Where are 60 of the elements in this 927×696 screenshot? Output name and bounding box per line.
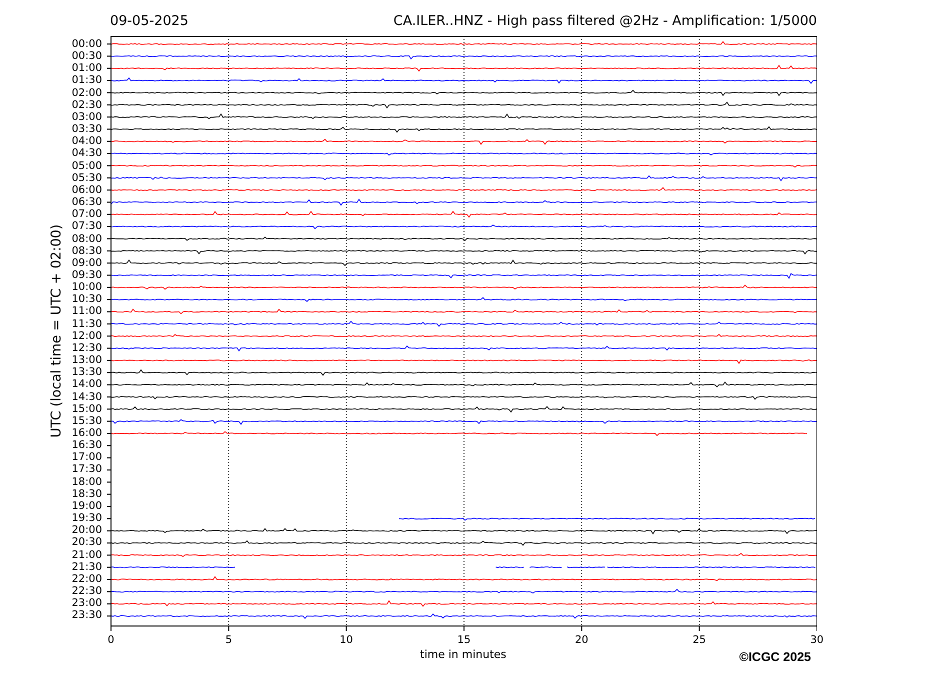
y-tick-label: 17:00 bbox=[72, 451, 102, 464]
y-tick-label: 07:30 bbox=[72, 220, 102, 232]
y-tick-label: 19:00 bbox=[72, 500, 102, 512]
y-tick-label: 13:30 bbox=[72, 366, 102, 378]
y-tick-label: 14:30 bbox=[72, 390, 102, 403]
y-tick-label: 05:30 bbox=[72, 172, 102, 184]
copyright-text: ©ICGC 2025 bbox=[739, 649, 811, 665]
y-tick-label: 00:00 bbox=[72, 38, 102, 50]
date-title: 09-05-2025 bbox=[110, 12, 188, 31]
x-tick-label: 30 bbox=[809, 633, 825, 648]
y-tick-label: 06:30 bbox=[72, 196, 102, 208]
y-tick-label: 14:00 bbox=[72, 378, 102, 391]
y-tick-label: 16:00 bbox=[72, 427, 102, 440]
y-tick-label: 21:30 bbox=[72, 560, 102, 573]
y-tick-label: 04:30 bbox=[72, 147, 102, 160]
x-tick-label: 20 bbox=[574, 633, 590, 648]
x-axis-label: time in minutes bbox=[420, 648, 506, 662]
y-tick-label: 22:30 bbox=[72, 585, 102, 598]
y-tick-label: 02:30 bbox=[72, 98, 102, 111]
y-tick-label: 04:00 bbox=[72, 135, 102, 148]
y-tick-label: 21:00 bbox=[72, 548, 102, 561]
y-tick-label: 01:00 bbox=[72, 62, 102, 74]
y-tick-label: 09:30 bbox=[72, 268, 102, 282]
y-tick-label: 06:00 bbox=[72, 184, 102, 196]
x-tick-label: 25 bbox=[692, 633, 707, 648]
y-tick-label: 00:30 bbox=[72, 50, 102, 62]
y-tick-label: 20:00 bbox=[72, 524, 102, 536]
y-tick-label: 09:00 bbox=[72, 256, 102, 269]
y-tick-label: 11:00 bbox=[72, 305, 102, 318]
x-tick-label: 0 bbox=[106, 633, 116, 648]
y-tick-label: 18:30 bbox=[72, 488, 102, 500]
y-tick-label: 23:00 bbox=[72, 597, 102, 610]
y-tick-label: 16:30 bbox=[72, 439, 102, 452]
y-tick-label: 15:30 bbox=[72, 414, 102, 427]
y-tick-label: 13:00 bbox=[72, 354, 102, 366]
x-tick-label: 5 bbox=[224, 633, 233, 648]
y-tick-label: 18:00 bbox=[72, 476, 102, 488]
y-tick-label: 12:00 bbox=[72, 330, 102, 342]
x-tick-label: 15 bbox=[456, 633, 472, 648]
x-tick-label: 10 bbox=[338, 633, 354, 648]
y-tick-label: 03:30 bbox=[72, 123, 102, 136]
y-tick-label: 07:00 bbox=[72, 208, 102, 220]
y-tick-label: 12:30 bbox=[72, 342, 102, 354]
y-tick-label: 10:30 bbox=[72, 293, 102, 306]
y-tick-label: 01:30 bbox=[72, 74, 102, 87]
y-tick-label: 02:00 bbox=[72, 86, 102, 99]
y-tick-label: 03:00 bbox=[72, 110, 102, 124]
y-tick-label: 20:30 bbox=[72, 536, 102, 549]
chart-title: CA.ILER..HNZ - High pass filtered @2Hz - Amplification: 1/5000 bbox=[393, 12, 817, 31]
y-tick-label: 17:30 bbox=[72, 463, 102, 476]
y-tick-label: 08:00 bbox=[72, 232, 102, 245]
y-tick-label: 05:00 bbox=[72, 160, 102, 172]
y-tick-label: 08:30 bbox=[72, 244, 102, 257]
y-tick-label: 10:00 bbox=[72, 281, 102, 294]
y-tick-label: 19:30 bbox=[72, 512, 102, 524]
y-tick-label: 11:30 bbox=[72, 318, 102, 330]
y-tick-label: 22:00 bbox=[72, 572, 102, 586]
y-tick-label: 15:00 bbox=[72, 402, 102, 415]
y-tick-label: 23:30 bbox=[72, 609, 102, 622]
y-axis-label: UTC (local time = UTC + 02:00) bbox=[49, 224, 65, 438]
